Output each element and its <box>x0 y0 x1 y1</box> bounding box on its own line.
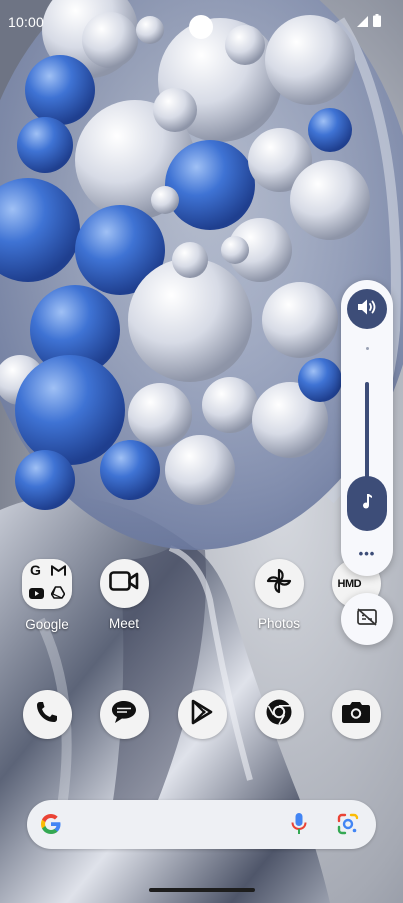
dock-camera[interactable] <box>318 690 394 739</box>
pinwheel-icon <box>265 567 293 600</box>
svg-text:G: G <box>29 563 40 578</box>
app-google-folder[interactable]: G Google <box>9 559 85 632</box>
messages-app-icon[interactable] <box>99 690 149 739</box>
navigation-handle[interactable] <box>149 888 255 892</box>
app-photos[interactable]: Photos <box>241 559 317 631</box>
mic-icon[interactable] <box>291 812 307 841</box>
app-label-photos: Photos <box>257 616 301 631</box>
ringer-mode-button[interactable] <box>347 289 387 329</box>
camera-cutout <box>189 15 213 39</box>
status-icons <box>357 14 381 32</box>
chrome-icon <box>265 698 293 731</box>
app-label-meet: Meet <box>108 616 139 631</box>
search-bar[interactable] <box>27 800 376 849</box>
dock-chrome[interactable] <box>241 690 317 739</box>
photos-app-icon[interactable] <box>254 559 304 608</box>
captions-off-icon <box>356 607 378 631</box>
hmd-widget-icon: HMD <box>337 577 362 590</box>
live-caption-button[interactable] <box>341 593 393 645</box>
chrome-app-icon[interactable] <box>254 690 304 739</box>
media-volume-slider[interactable] <box>347 476 387 531</box>
play-store-icon <box>190 699 214 730</box>
dock-messages[interactable] <box>86 690 162 739</box>
music-note-icon <box>362 493 372 514</box>
play-store-app-icon[interactable] <box>177 690 227 739</box>
app-meet[interactable]: Meet <box>86 559 162 631</box>
dock-phone[interactable] <box>9 690 85 739</box>
phone-app-icon[interactable] <box>22 690 72 739</box>
dock-play-store[interactable] <box>164 690 240 739</box>
camera-icon <box>341 700 371 729</box>
phone-icon <box>35 700 59 729</box>
signal-icon <box>357 14 368 32</box>
volume-more-button[interactable]: ••• <box>341 546 393 561</box>
video-camera-icon <box>109 571 139 596</box>
lens-icon[interactable] <box>337 813 359 840</box>
status-bar: 10:00 <box>0 0 403 44</box>
camera-app-icon[interactable] <box>331 690 381 739</box>
volume-dot <box>366 347 369 350</box>
gmail-icon <box>50 564 66 582</box>
speaker-icon <box>357 298 377 321</box>
app-label-google: Google <box>25 617 69 632</box>
status-time: 10:00 <box>8 14 45 30</box>
google-folder[interactable]: G <box>22 559 72 609</box>
meet-app-icon[interactable] <box>99 559 149 608</box>
volume-track[interactable] <box>365 382 369 480</box>
google-g-icon <box>39 812 63 841</box>
volume-panel: ••• <box>341 280 393 576</box>
youtube-icon <box>28 586 44 604</box>
messages-icon <box>110 699 138 730</box>
google-icon: G <box>29 562 44 583</box>
battery-icon <box>373 14 381 32</box>
drive-icon <box>50 586 66 604</box>
